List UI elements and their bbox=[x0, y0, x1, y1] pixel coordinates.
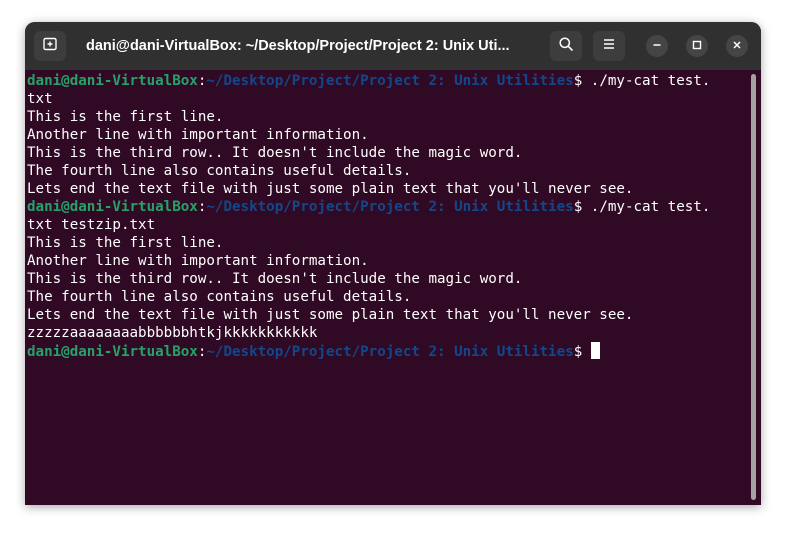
output-line: Another line with important information. bbox=[27, 253, 369, 269]
minimize-button[interactable] bbox=[646, 35, 668, 57]
output-line: Another line with important information. bbox=[27, 127, 369, 143]
title-bar[interactable]: dani@dani-VirtualBox: ~/Desktop/Project/… bbox=[25, 22, 761, 70]
prompt-path: ~/Desktop/Project/Project 2: Unix Utilit… bbox=[206, 344, 574, 360]
command-wrap-line: txt bbox=[27, 91, 53, 107]
prompt-symbol: $ bbox=[573, 199, 591, 215]
search-icon bbox=[558, 36, 574, 57]
prompt-user: dani@dani-VirtualBox bbox=[27, 199, 198, 215]
terminal-output: dani@dani-VirtualBox:~/Desktop/Project/P… bbox=[27, 72, 747, 360]
prompt-user: dani@dani-VirtualBox bbox=[27, 344, 198, 360]
maximize-button[interactable] bbox=[686, 35, 708, 57]
hamburger-menu-icon bbox=[601, 36, 617, 57]
text-cursor bbox=[590, 342, 600, 359]
output-line: The fourth line also contains useful det… bbox=[27, 289, 412, 305]
prompt-user: dani@dani-VirtualBox bbox=[27, 73, 198, 89]
vertical-scrollbar[interactable] bbox=[751, 74, 756, 500]
search-button[interactable] bbox=[550, 31, 582, 61]
output-line: Lets end the text file with just some pl… bbox=[27, 181, 634, 197]
output-line: This is the first line. bbox=[27, 109, 224, 125]
output-line: This is the third row.. It doesn't inclu… bbox=[27, 271, 523, 287]
active-prompt-line[interactable]: dani@dani-VirtualBox:~/Desktop/Project/P… bbox=[27, 342, 747, 360]
output-line: This is the first line. bbox=[27, 235, 224, 251]
close-icon bbox=[732, 37, 742, 55]
terminal-window: dani@dani-VirtualBox: ~/Desktop/Project/… bbox=[25, 22, 761, 505]
prompt-path: ~/Desktop/Project/Project 2: Unix Utilit… bbox=[206, 73, 574, 89]
minimize-icon bbox=[652, 37, 662, 55]
terminal-area[interactable]: dani@dani-VirtualBox:~/Desktop/Project/P… bbox=[25, 70, 761, 505]
new-tab-button[interactable] bbox=[34, 31, 66, 61]
output-line: Lets end the text file with just some pl… bbox=[27, 307, 634, 323]
maximize-icon bbox=[692, 37, 702, 55]
output-line: The fourth line also contains useful det… bbox=[27, 163, 412, 179]
prompt-line: dani@dani-VirtualBox:~/Desktop/Project/P… bbox=[27, 72, 747, 90]
command-text: ./my-cat test. bbox=[590, 73, 711, 89]
prompt-line: dani@dani-VirtualBox:~/Desktop/Project/P… bbox=[27, 198, 747, 216]
output-line: zzzzzaaaaaaaabbbbbbhtkjkkkkkkkkkkk bbox=[27, 325, 318, 341]
close-button[interactable] bbox=[726, 35, 748, 57]
prompt-symbol: $ bbox=[573, 73, 591, 89]
prompt-symbol: $ bbox=[573, 344, 591, 360]
window-title: dani@dani-VirtualBox: ~/Desktop/Project/… bbox=[86, 38, 510, 54]
output-line: This is the third row.. It doesn't inclu… bbox=[27, 145, 523, 161]
command-text: ./my-cat test. bbox=[590, 199, 711, 215]
command-wrap-line: txt testzip.txt bbox=[27, 217, 156, 233]
menu-button[interactable] bbox=[593, 31, 625, 61]
prompt-path: ~/Desktop/Project/Project 2: Unix Utilit… bbox=[206, 199, 574, 215]
new-tab-icon bbox=[42, 36, 58, 57]
